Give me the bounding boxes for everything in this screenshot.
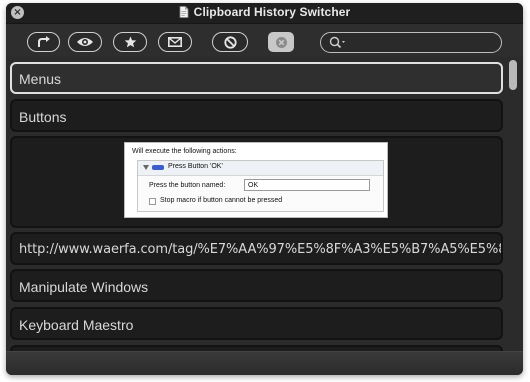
list-item-label: Buttons — [19, 109, 67, 125]
paste-button[interactable] — [27, 32, 60, 52]
window-title-group: Clipboard History Switcher — [6, 5, 523, 19]
window-footer — [6, 351, 523, 375]
scrollbar[interactable] — [506, 58, 520, 351]
list-item-label: Keyboard Maestro — [19, 317, 134, 333]
action-color-icon — [152, 165, 164, 170]
thumbnail-action-header: Press Button 'OK' — [138, 161, 383, 176]
title-bar[interactable]: × Clipboard History Switcher — [6, 3, 523, 24]
thumbnail-field-value: OK — [244, 179, 370, 191]
thumbnail-action-box: Press Button 'OK' Press the button named… — [137, 160, 384, 212]
image-thumbnail: Will execute the following actions: Pres… — [124, 142, 388, 218]
list-item-label: Menus — [19, 71, 62, 87]
disclosure-triangle-icon — [143, 165, 149, 170]
clipboard-history-window: × Clipboard History Switcher Menus Butto… — [6, 3, 523, 375]
email-button[interactable] — [158, 32, 192, 52]
thumbnail-action-title: Press Button 'OK' — [168, 163, 223, 170]
clear-button[interactable] — [268, 32, 294, 52]
list-item[interactable]: Keyboard Maestro — [10, 307, 503, 340]
scrollbar-thumb[interactable] — [509, 60, 517, 90]
thumbnail-header: Will execute the following actions: — [132, 148, 237, 155]
list-item-image[interactable]: Will execute the following actions: Pres… — [10, 136, 503, 228]
document-icon — [179, 6, 189, 18]
no-symbol-icon — [223, 35, 237, 49]
star-icon — [124, 36, 137, 48]
search-input[interactable] — [320, 32, 502, 53]
list-item-label: Manipulate Windows — [19, 279, 149, 295]
list-item-label: http://www.waerfa.com/tag/%E7%AA%97%E5%8… — [19, 242, 503, 257]
window-title: Clipboard History Switcher — [193, 5, 351, 19]
list-item[interactable]: http://www.waerfa.com/tag/%E7%AA%97%E5%8… — [10, 232, 503, 265]
envelope-icon — [168, 37, 182, 47]
list-item[interactable]: Buttons — [10, 99, 503, 132]
list-item[interactable]: Manipulate Windows — [10, 269, 503, 302]
clipboard-history-list[interactable]: Menus Buttons Will execute the following… — [6, 58, 523, 351]
thumbnail-checkbox — [149, 198, 156, 205]
delete-button[interactable] — [212, 32, 248, 52]
list-item[interactable]: Menus — [10, 62, 503, 94]
toolbar — [6, 24, 523, 57]
favorite-button[interactable] — [113, 32, 147, 52]
curved-arrow-icon — [36, 36, 52, 48]
thumbnail-field-label: Press the button named: — [149, 182, 226, 189]
preview-button[interactable] — [68, 32, 102, 52]
x-circle-icon — [275, 36, 288, 49]
eye-icon — [76, 36, 94, 48]
thumbnail-checkbox-label: Stop macro if button cannot be pressed — [160, 197, 283, 204]
